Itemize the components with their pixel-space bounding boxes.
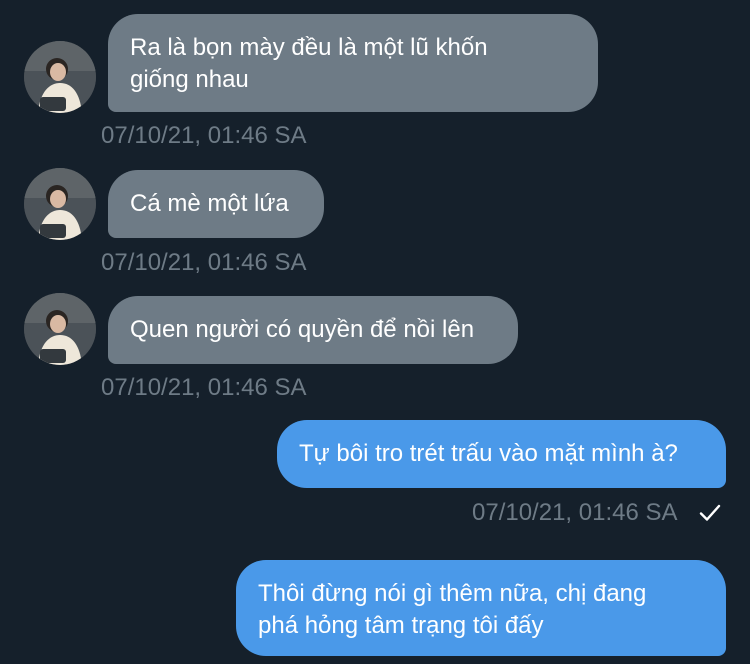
message-timestamp: 07/10/21, 01:46 SA [101, 249, 307, 276]
message-timestamp: 07/10/21, 01:46 SA [101, 374, 307, 401]
avatar-photo-icon [24, 168, 96, 240]
message-text: Cá mè một lứa [130, 190, 289, 217]
incoming-message-bubble[interactable]: Quen người có quyền để nồi lên [108, 296, 518, 364]
avatar-photo-icon [24, 293, 96, 365]
message-timestamp: 07/10/21, 01:46 SA [472, 499, 678, 526]
message-text: Quen người có quyền để nồi lên [130, 316, 475, 343]
outgoing-message-bubble[interactable]: Thôi đừng nói gì thêm nữa, chị đang phá … [236, 560, 726, 656]
outgoing-message-bubble[interactable]: Tự bôi tro trét trấu vào mặt mình à? [277, 420, 726, 488]
message-timestamp: 07/10/21, 01:46 SA [101, 122, 307, 149]
incoming-message-bubble[interactable]: Cá mè một lứa [108, 170, 324, 238]
message-text: Tự bôi tro trét trấu vào mặt mình à? [299, 440, 678, 467]
sender-avatar[interactable] [24, 41, 96, 113]
incoming-message-bubble[interactable]: Ra là bọn mày đều là một lũ khốn giống n… [108, 14, 598, 112]
sender-avatar[interactable] [24, 168, 96, 240]
message-text-line: Thôi đừng nói gì thêm nữa, chị đang [258, 580, 647, 607]
message-text-line: phá hỏng tâm trạng tôi đấy [258, 612, 544, 639]
message-text-line: Ra là bọn mày đều là một lũ khốn [130, 34, 488, 61]
checkmark-icon [699, 504, 721, 521]
avatar-photo-icon [24, 41, 96, 113]
message-text-line: giống nhau [130, 66, 249, 93]
sender-avatar[interactable] [24, 293, 96, 365]
